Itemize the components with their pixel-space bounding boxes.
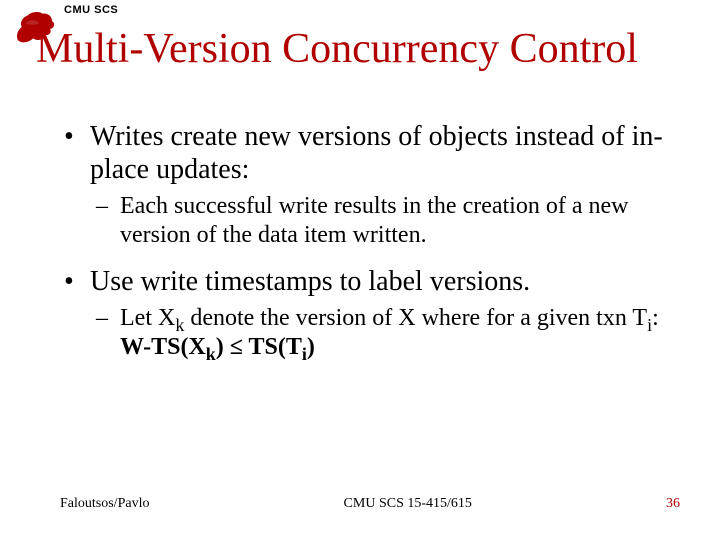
bullet-2-text: Use write timestamps to label versions.	[90, 266, 530, 297]
bullet-1-sub-1: Each successful write results in the cre…	[94, 192, 680, 251]
dept-label: CMU SCS	[64, 4, 118, 16]
slide: CMU SCS Multi-Version Concurrency Contro…	[0, 0, 720, 540]
slide-title: Multi-Version Concurrency Control	[36, 26, 700, 72]
page-number: 36	[666, 496, 680, 512]
footer-course: CMU SCS 15-415/615	[344, 496, 472, 512]
bullet-1-text: Writes create new versions of objects in…	[90, 121, 663, 185]
slide-body: Writes create new versions of objects in…	[60, 120, 680, 376]
bullet-2: Use write timestamps to label versions. …	[60, 265, 680, 363]
bullet-1: Writes create new versions of objects in…	[60, 120, 680, 251]
bullet-2-sub-1: Let Xk denote the version of X where for…	[94, 304, 680, 363]
footer-authors: Faloutsos/Pavlo	[60, 496, 149, 512]
footer: Faloutsos/Pavlo CMU SCS 15-415/615 36	[60, 496, 680, 512]
